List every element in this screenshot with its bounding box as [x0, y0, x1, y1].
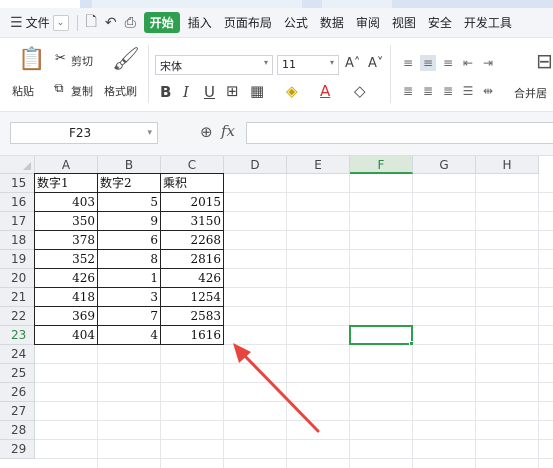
formula-bar: F23 ▾ ⊕ fx: [0, 112, 553, 156]
tab-review[interactable]: 审阅: [356, 14, 380, 31]
name-box-value: F23: [69, 126, 92, 140]
tab-view[interactable]: 视图: [392, 14, 416, 31]
font-size-select[interactable]: 11 ▾: [277, 55, 339, 75]
bold-icon[interactable]: B: [160, 83, 171, 101]
arrow-shaft: [241, 352, 320, 433]
format-painter-icon[interactable]: 🖌: [112, 47, 140, 72]
formula-input[interactable]: [246, 122, 553, 144]
ribbon-toolbar: 📋 粘贴 ⌄ ✂ 剪切 ⧉ 复制 🖌 格式刷 宋体 ▾ 11 ▾ A˄ A˅ B…: [0, 39, 553, 112]
format-painter-button[interactable]: 格式刷: [104, 83, 137, 99]
justify-icon[interactable]: ☰: [460, 83, 476, 99]
fx-icon[interactable]: fx: [221, 122, 235, 140]
decrease-font-icon[interactable]: A˅: [368, 56, 383, 71]
tab-data[interactable]: 数据: [320, 14, 344, 31]
print-icon[interactable]: ⎙: [125, 15, 136, 31]
align-center-icon[interactable]: ≣: [420, 83, 436, 99]
divider: [148, 45, 149, 103]
font-color-icon[interactable]: A: [320, 82, 330, 100]
undo-icon[interactable]: ↶: [105, 15, 117, 31]
borders-icon[interactable]: ⊞: [226, 82, 239, 100]
align-top-icon[interactable]: ≡: [400, 55, 416, 71]
divider: [390, 45, 391, 103]
arrow-annotation: [233, 343, 320, 433]
fill-pattern-icon[interactable]: ▦: [250, 82, 264, 100]
increase-font-icon[interactable]: A˄: [345, 56, 360, 71]
tab-home[interactable]: 开始: [143, 12, 180, 33]
copy-button[interactable]: 复制: [71, 83, 93, 99]
spreadsheet-grid[interactable]: ABCDEFGH 15 16 17 18 19 20 21 22 23 24 25 26 27 28 29 …: [0, 156, 553, 468]
home-tab-strip[interactable]: [0, 0, 80, 8]
distributed-icon[interactable]: ⇹: [480, 83, 496, 99]
cut-button[interactable]: 剪切: [71, 53, 93, 69]
align-left-icon[interactable]: ≣: [400, 83, 416, 99]
chevron-down-icon: ▾: [147, 128, 152, 138]
document-tab-strip[interactable]: [92, 0, 302, 8]
cut-icon[interactable]: ✂: [55, 51, 66, 66]
indent-decrease-icon[interactable]: ⇤: [460, 55, 476, 71]
chevron-down-icon: ▾: [329, 58, 334, 67]
window-title-bar: [0, 0, 553, 8]
chevron-down-icon[interactable]: ⌄: [52, 14, 69, 31]
font-name-value: 宋体: [160, 60, 182, 73]
font-name-select[interactable]: 宋体 ▾: [155, 55, 273, 75]
align-right-icon[interactable]: ≣: [440, 83, 456, 99]
merge-center-button[interactable]: 合并居: [514, 85, 547, 101]
divider: [76, 14, 78, 31]
merge-cells-icon[interactable]: ⊟: [536, 49, 553, 73]
fill-color-icon[interactable]: ◈: [286, 82, 298, 100]
align-bottom-icon[interactable]: ≡: [440, 55, 456, 71]
underline-icon[interactable]: U: [204, 83, 215, 101]
align-middle-icon[interactable]: ≡: [420, 55, 436, 71]
italic-icon[interactable]: I: [183, 83, 189, 101]
tab-insert[interactable]: 插入: [188, 14, 212, 31]
paste-icon[interactable]: 📋: [18, 47, 45, 72]
paste-button[interactable]: 粘贴: [12, 83, 34, 99]
tab-page-layout[interactable]: 页面布局: [224, 14, 272, 31]
hamburger-menu-icon[interactable]: ☰: [10, 15, 23, 31]
indent-increase-icon[interactable]: ⇥: [480, 55, 496, 71]
tab-developer[interactable]: 开发工具: [464, 14, 512, 31]
tab-security[interactable]: 安全: [428, 14, 452, 31]
font-size-value: 11: [282, 58, 296, 71]
copy-icon[interactable]: ⧉: [55, 81, 64, 96]
tab-formulas[interactable]: 公式: [284, 14, 308, 31]
zoom-icon[interactable]: ⊕: [200, 123, 213, 141]
name-box[interactable]: F23 ▾: [10, 122, 158, 144]
save-icon[interactable]: 🗋: [86, 11, 97, 35]
secondary-tab-strip[interactable]: [322, 0, 392, 8]
chevron-down-icon: ▾: [263, 58, 268, 67]
file-menu[interactable]: 文件: [26, 14, 50, 31]
menu-bar: ☰ 文件 ⌄ 🗋 ↶ ⎙ 开始 插入 页面布局 公式 数据 审阅 视图 安全 开…: [0, 8, 553, 38]
clear-format-icon[interactable]: ◇: [354, 82, 366, 100]
